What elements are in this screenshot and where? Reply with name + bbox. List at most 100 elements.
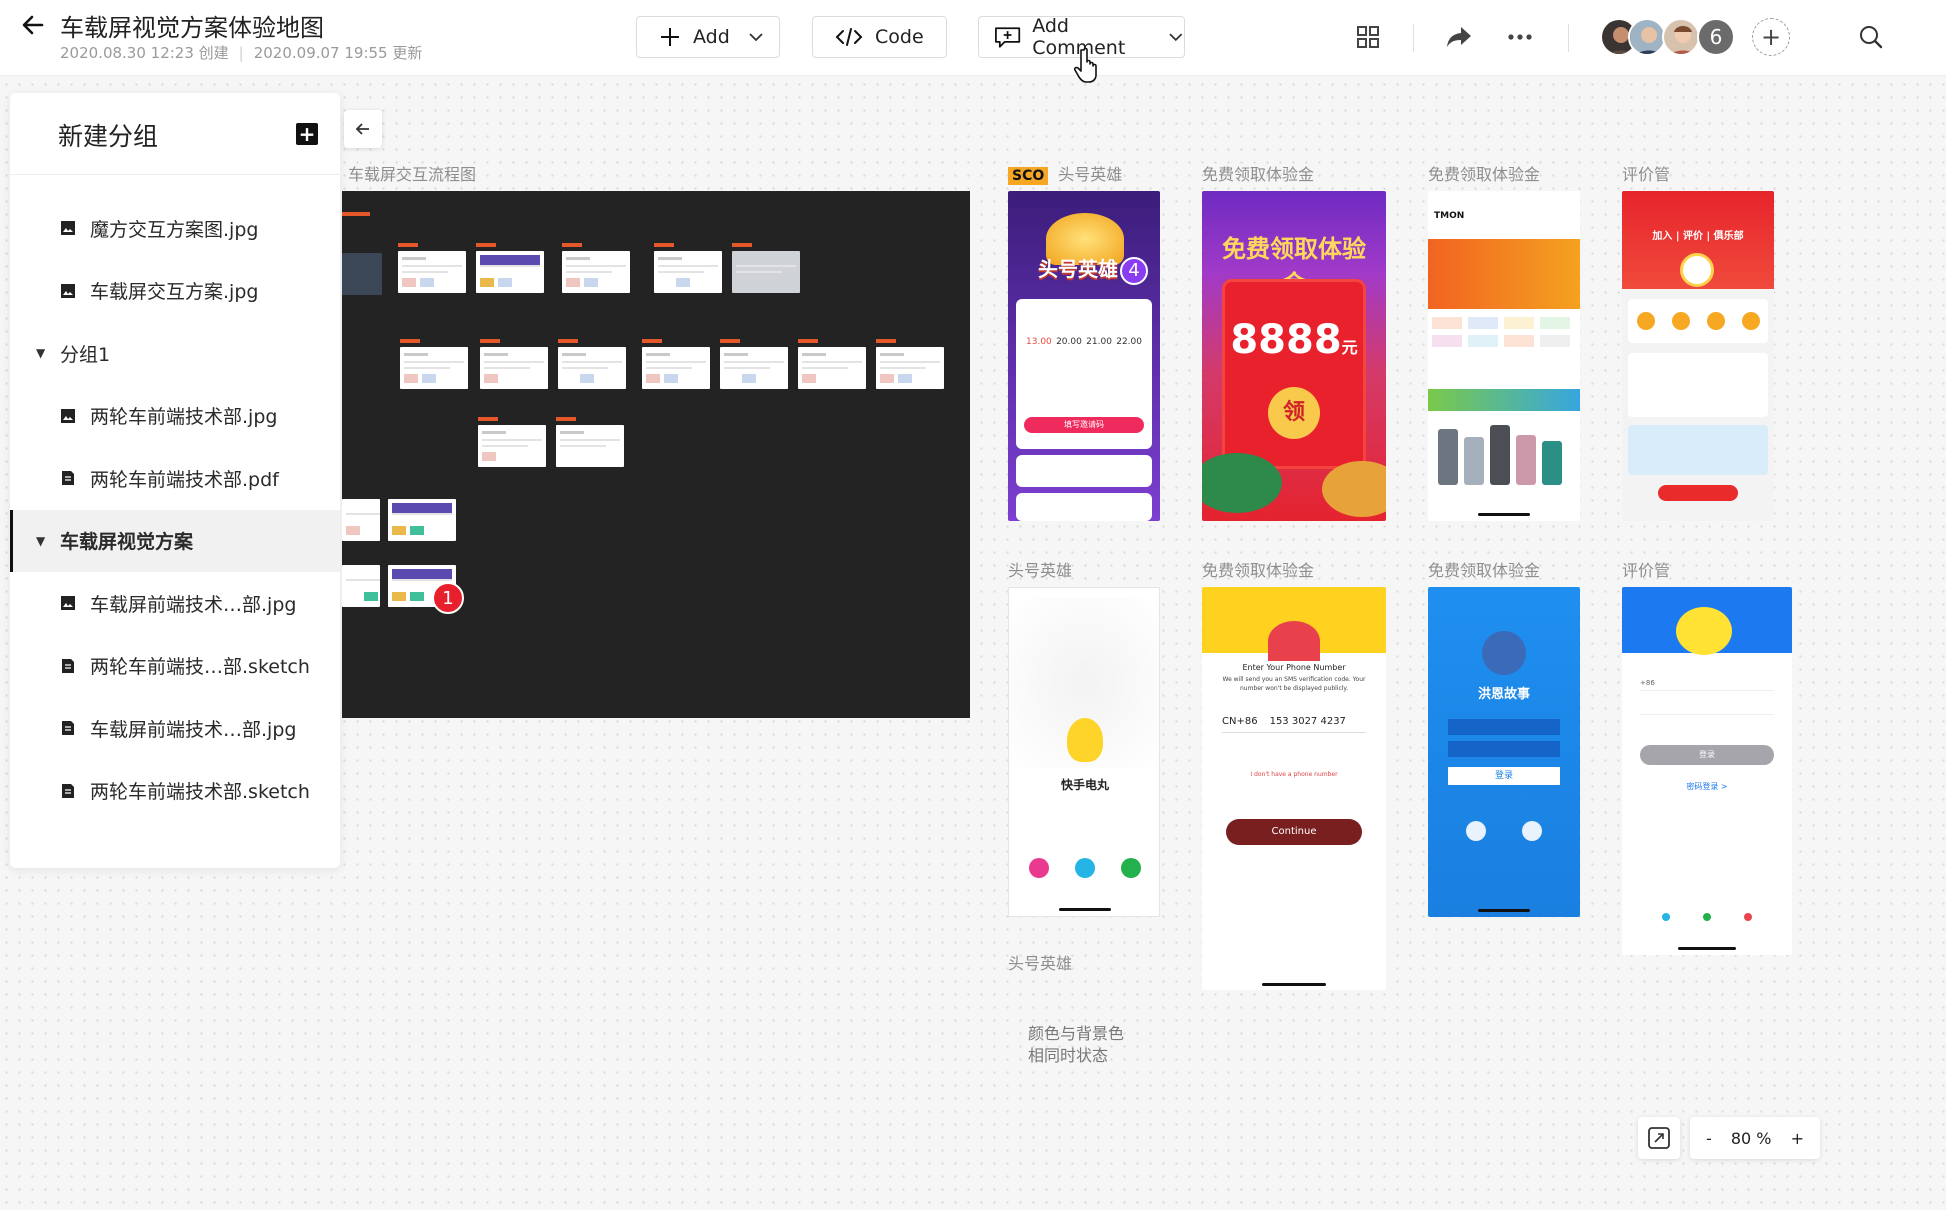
flow-screen[interactable] xyxy=(342,565,380,607)
screen-kuaishou-login[interactable]: 快手电丸 xyxy=(1008,587,1160,917)
flow-screen[interactable] xyxy=(478,425,546,467)
grid-view-icon[interactable] xyxy=(1353,22,1383,52)
story-phone-field[interactable] xyxy=(1448,719,1560,735)
flow-screen[interactable] xyxy=(342,253,382,295)
flow-screen[interactable] xyxy=(480,347,548,389)
country-code-select[interactable]: CN+86 xyxy=(1222,716,1258,727)
story-login-button[interactable]: 登录 xyxy=(1448,767,1560,785)
note-line: 颜色与背景色 xyxy=(1028,1024,1125,1043)
sidebar-title: 新建分组 xyxy=(58,122,159,151)
no-phone-link[interactable]: I don't have a phone number xyxy=(1202,771,1386,778)
screen-tmon[interactable]: TMON xyxy=(1428,191,1580,521)
phone-prompt: Enter Your Phone Number xyxy=(1242,663,1346,672)
image-file-icon xyxy=(61,596,75,611)
tree-item-label: 魔方交互方案图.jpg xyxy=(90,218,259,241)
screen-free-gold[interactable]: 免费领取体验金 8888元 领 xyxy=(1202,191,1386,521)
flow-screen[interactable] xyxy=(798,347,866,389)
login-button[interactable]: 登录 xyxy=(1640,745,1774,765)
zoom-out-button[interactable]: - xyxy=(1706,1129,1712,1148)
flow-screen[interactable] xyxy=(654,251,722,293)
add-button[interactable]: Add xyxy=(636,16,780,58)
screen-hero[interactable]: 头号英雄 4 13.00 20.00 21.00 22.00 填写邀请码 xyxy=(1008,191,1160,521)
frame-label: 车载屏交互流程图 xyxy=(348,165,477,184)
group-sidebar: 新建分组 + 魔方交互方案图.jpg 车载屏交互方案.jpg ▼ 分组1 两轮车… xyxy=(10,93,340,868)
flow-screen[interactable] xyxy=(642,347,710,389)
home-indicator xyxy=(1262,983,1326,986)
story-title: 洪恩故事 xyxy=(1477,687,1530,702)
story-code-field[interactable] xyxy=(1448,741,1560,757)
tree-item-file[interactable]: 车载屏前端技术…部.jpg xyxy=(10,572,340,635)
claim-coin[interactable]: 领 xyxy=(1268,387,1320,439)
flow-screen[interactable] xyxy=(720,347,788,389)
fit-to-screen-button[interactable] xyxy=(1638,1117,1680,1159)
back-arrow-icon[interactable] xyxy=(18,10,48,40)
screen-review[interactable]: 加入 | 评价 | 俱乐部 xyxy=(1622,191,1774,521)
wechat-icon[interactable] xyxy=(1466,821,1486,841)
caret-down-icon[interactable]: ▼ xyxy=(36,346,48,360)
qq-login-icon[interactable] xyxy=(1075,858,1095,878)
flow-screen[interactable] xyxy=(556,425,624,467)
qq-icon[interactable] xyxy=(1662,913,1670,921)
flow-screen[interactable] xyxy=(342,499,380,541)
tree-item-group-active[interactable]: ▼ 车载屏视觉方案 xyxy=(10,509,340,572)
flow-screen[interactable] xyxy=(476,251,544,293)
sco-tag: SCO xyxy=(1008,167,1049,185)
flow-screen[interactable] xyxy=(400,347,468,389)
zoom-level: 80 % xyxy=(1730,1128,1772,1148)
note-line: 相同时状态 xyxy=(1028,1046,1109,1065)
decor-tree xyxy=(1202,453,1282,513)
flow-tag xyxy=(798,339,818,343)
password-login-link[interactable]: 密码登录 > xyxy=(1622,781,1792,792)
wechat-login-icon[interactable] xyxy=(1121,858,1141,878)
search-icon[interactable] xyxy=(1856,22,1886,52)
tree-item-file[interactable]: 两轮车前端技术部.pdf xyxy=(10,447,340,510)
new-group-button[interactable]: + xyxy=(296,123,318,145)
flow-diagram-board[interactable] xyxy=(342,191,970,718)
flow-screen[interactable] xyxy=(876,347,944,389)
tree-item-group[interactable]: ▼ 分组1 xyxy=(10,322,340,385)
avatar[interactable] xyxy=(1628,18,1666,56)
tree-item-file[interactable]: 两轮车前端技…部.sketch xyxy=(10,635,340,698)
add-member-button[interactable]: + xyxy=(1752,18,1790,56)
wechat-icon[interactable] xyxy=(1703,913,1711,921)
home-indicator xyxy=(1478,909,1530,912)
flow-screen[interactable] xyxy=(558,347,626,389)
share-icon[interactable] xyxy=(1444,22,1474,52)
screen-phone-number[interactable]: Enter Your Phone Number We will send you… xyxy=(1202,587,1386,990)
flow-tag xyxy=(642,339,662,343)
continue-button[interactable]: Continue xyxy=(1226,819,1362,845)
tree-item-file[interactable]: 两轮车前端技术部.sketch xyxy=(10,760,340,823)
tree-item-file[interactable]: 车载屏前端技术…部.jpg xyxy=(10,697,340,760)
tree-item-file[interactable]: 两轮车前端技术部.jpg xyxy=(10,385,340,448)
phone-field[interactable]: +86 xyxy=(1640,675,1774,691)
weibo-icon[interactable] xyxy=(1744,913,1752,921)
flow-screen[interactable] xyxy=(398,251,466,293)
member-count-badge[interactable]: 6 xyxy=(1697,18,1735,56)
phone-login-icon[interactable] xyxy=(1029,858,1049,878)
mascot-graphic xyxy=(1268,621,1320,661)
collapse-sidebar-button[interactable] xyxy=(344,110,382,148)
hero-card: 13.00 20.00 21.00 22.00 填写邀请码 xyxy=(1016,299,1152,449)
review-cta-button[interactable] xyxy=(1658,485,1738,501)
flow-screen[interactable] xyxy=(562,251,630,293)
more-icon[interactable] xyxy=(1505,22,1535,52)
screen-review-login[interactable]: +86 登录 密码登录 > xyxy=(1622,587,1792,955)
phone-number-field[interactable]: CN+86 153 3027 4237 xyxy=(1222,711,1366,733)
avatar[interactable] xyxy=(1662,18,1700,56)
flow-tag xyxy=(398,243,418,247)
frame-label: 头号英雄 xyxy=(1008,954,1073,973)
image-file-icon xyxy=(61,408,75,423)
flow-screen[interactable] xyxy=(388,499,456,541)
screen-story-login[interactable]: 洪恩故事 登录 xyxy=(1428,587,1580,917)
code-button[interactable]: Code xyxy=(812,16,947,58)
qq-icon[interactable] xyxy=(1522,821,1542,841)
password-field[interactable] xyxy=(1640,699,1774,715)
flow-screen[interactable] xyxy=(732,251,800,293)
tree-item-file[interactable]: 魔方交互方案图.jpg xyxy=(10,197,340,260)
hero-cta-button[interactable]: 填写邀请码 xyxy=(1024,417,1144,433)
zoom-in-button[interactable]: + xyxy=(1791,1129,1804,1148)
comment-badge[interactable]: 1 xyxy=(432,582,464,614)
tree-item-file[interactable]: 车载屏交互方案.jpg xyxy=(10,260,340,323)
caret-down-icon[interactable]: ▼ xyxy=(36,534,48,548)
review-avatar xyxy=(1680,253,1714,287)
